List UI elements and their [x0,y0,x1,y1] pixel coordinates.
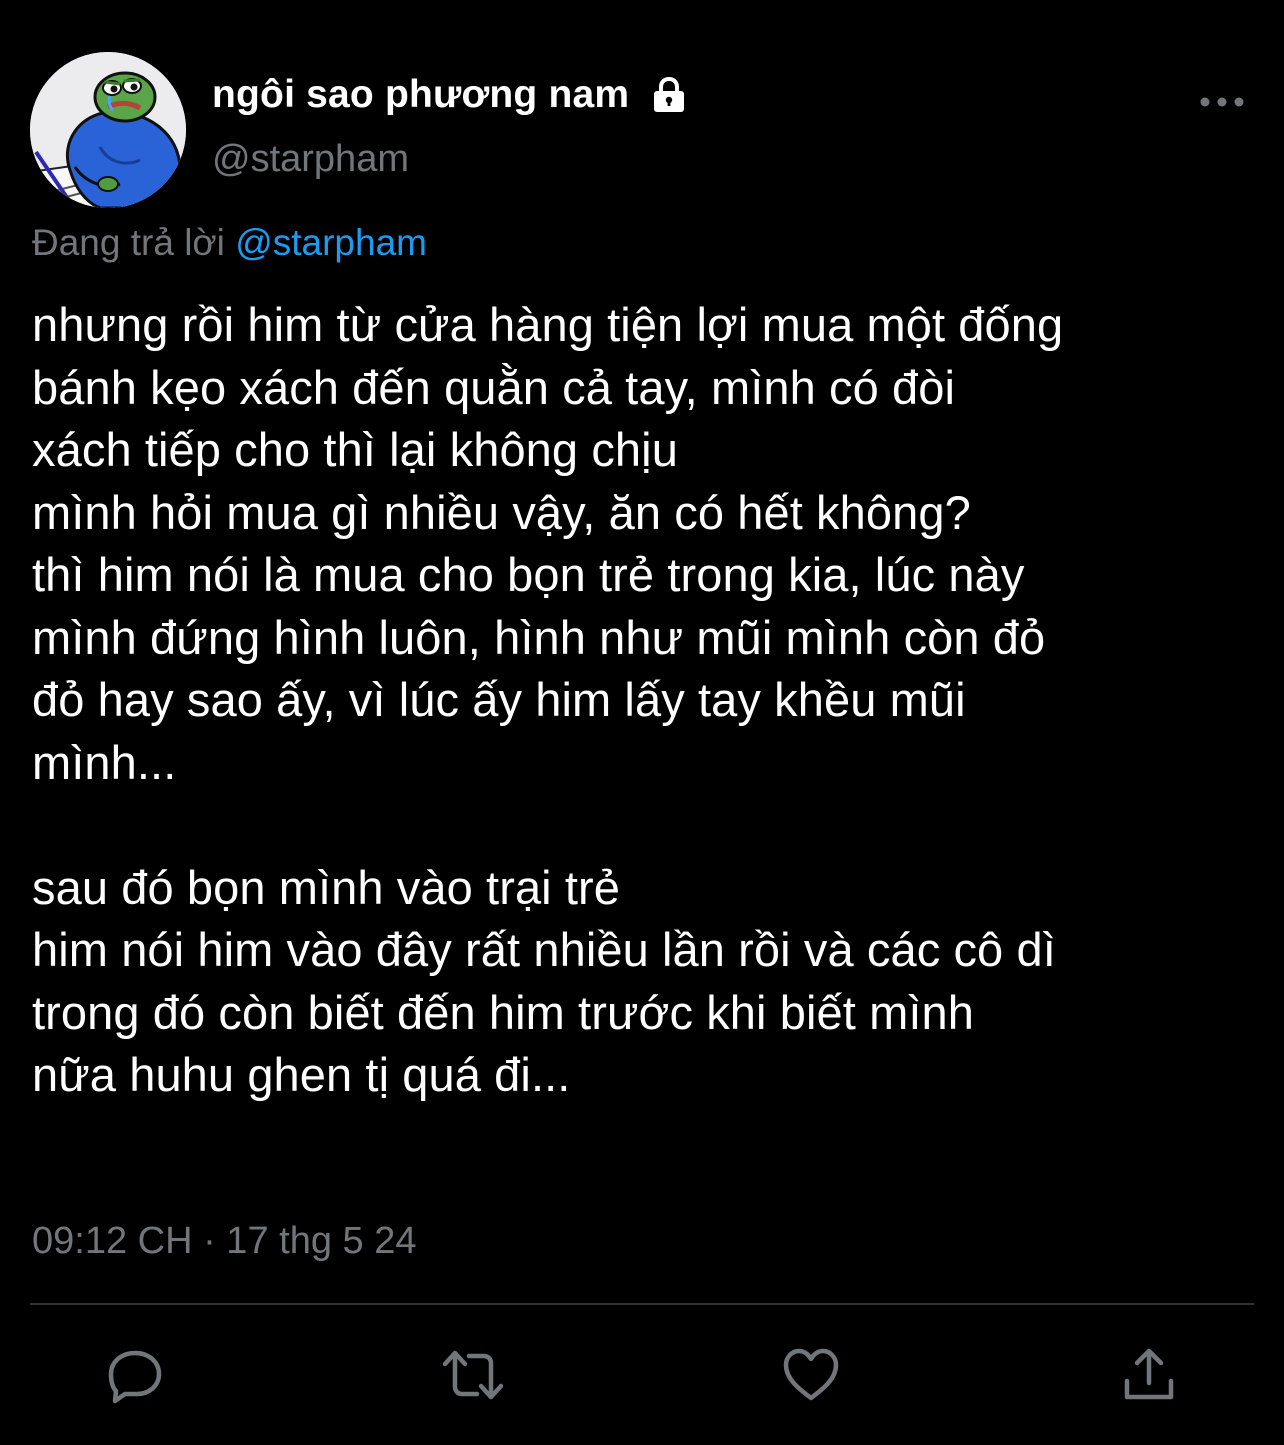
more-options-button[interactable] [1196,86,1248,118]
more-dots-icon [1200,97,1244,107]
share-button[interactable] [1114,1340,1184,1410]
pepe-frog-avatar [30,52,186,208]
heart-icon [783,1348,839,1401]
share-icon [1124,1348,1174,1400]
divider [30,1303,1254,1305]
avatar[interactable] [30,52,186,208]
tweet-text: nhưng rồi him từ cửa hàng tiện lợi mua m… [32,298,1064,1101]
reply-button[interactable] [100,1340,170,1410]
author-name-row: ngôi sao phương nam [212,70,689,120]
like-button[interactable] [776,1340,846,1410]
replying-to: Đang trả lời @starpham [32,222,427,264]
action-bar [0,1340,1284,1410]
user-handle[interactable]: @starpham [212,138,409,181]
retweet-icon [442,1350,504,1400]
retweet-button[interactable] [438,1340,508,1410]
replying-prefix: Đang trả lời [32,222,236,263]
tweet-timestamp[interactable]: 09:12 CH · 17 thg 5 24 [32,1220,416,1263]
lock-icon [649,75,689,115]
display-name[interactable]: ngôi sao phương nam [212,73,629,117]
reply-mention-link[interactable]: @starpham [235,222,427,263]
reply-icon [108,1350,162,1404]
